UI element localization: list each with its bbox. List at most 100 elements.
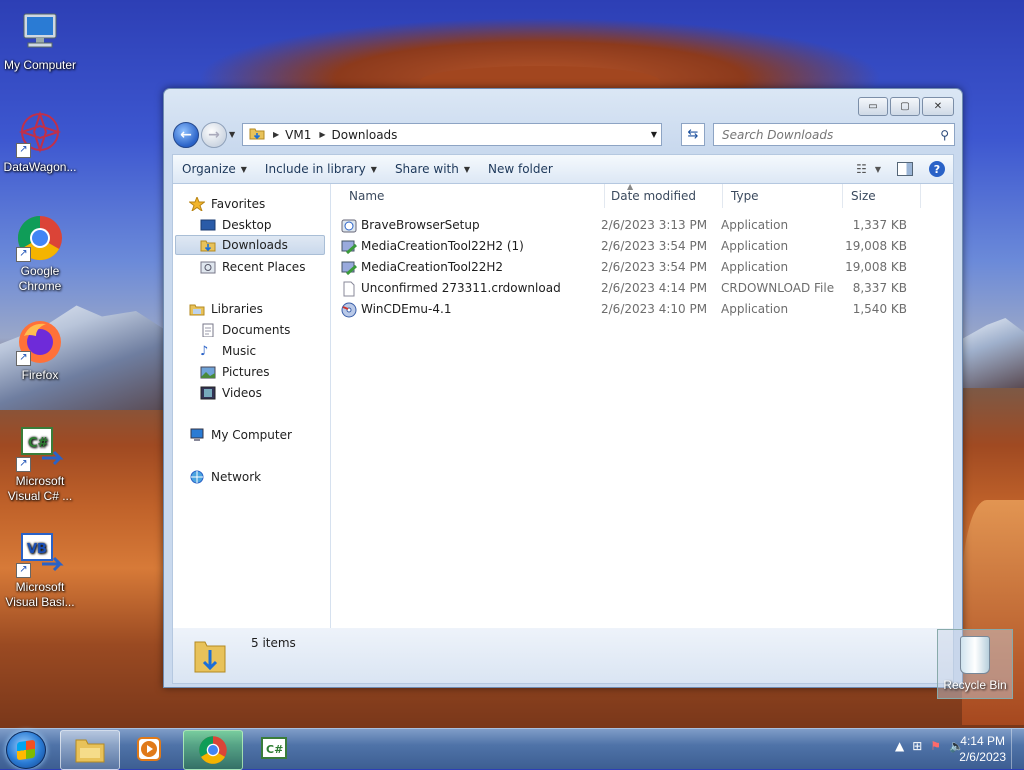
- refresh-button[interactable]: ⇆: [681, 123, 705, 146]
- nav-downloads[interactable]: Downloads: [175, 235, 325, 255]
- arrow-left-icon: ←: [180, 127, 192, 143]
- include-in-library-button[interactable]: Include in library ▼: [256, 162, 386, 176]
- nav-network[interactable]: Network: [189, 467, 261, 487]
- file-row[interactable]: MediaCreationTool22H2 2/6/2023 3:54 PM A…: [341, 257, 941, 278]
- brave-setup-icon: [341, 218, 357, 234]
- clock-time: 4:14 PM: [960, 734, 1005, 748]
- chrome-icon: ↗: [16, 214, 64, 262]
- desktop-icon-firefox[interactable]: ↗ Firefox: [0, 318, 80, 383]
- breadcrumb-downloads[interactable]: Downloads: [332, 128, 398, 142]
- nav-my-computer[interactable]: My Computer: [189, 425, 292, 445]
- computer-icon: [16, 8, 64, 56]
- command-bar: Organize ▼ Include in library ▼ Share with…: [172, 154, 954, 183]
- clock[interactable]: 4:14 PM 2/6/2023: [959, 733, 1006, 765]
- column-header-size[interactable]: Size: [843, 184, 921, 208]
- network-icon[interactable]: ⊞: [912, 739, 922, 753]
- breadcrumb-separator-icon[interactable]: ▶: [273, 130, 279, 139]
- navigation-pane[interactable]: Favorites Desktop Downloads Recent Place…: [173, 184, 331, 628]
- recent-pages-dropdown[interactable]: ▼: [229, 130, 235, 139]
- desktop-icon-recycle-bin[interactable]: Recycle Bin: [937, 629, 1013, 699]
- svg-text:C#: C#: [266, 743, 283, 756]
- maximize-button[interactable]: ▢: [890, 97, 920, 116]
- nav-favorites[interactable]: Favorites: [188, 194, 265, 214]
- pictures-icon: [200, 365, 216, 379]
- explorer-window[interactable]: ▭ ▢ ✕ ← → ▼ ▶ VM1 ▶ Downloads ▼ ⇆ ⚲ Orga…: [163, 88, 963, 688]
- recent-places-icon: [200, 260, 216, 274]
- taskbar-visual-csharp[interactable]: C#: [245, 730, 303, 768]
- file-name: BraveBrowserSetup: [361, 218, 480, 232]
- breadcrumb-vm1[interactable]: VM1: [285, 128, 311, 142]
- forward-button[interactable]: →: [201, 122, 227, 148]
- libraries-icon: [189, 302, 205, 316]
- close-button[interactable]: ✕: [922, 97, 954, 116]
- taskbar-chrome[interactable]: [183, 730, 243, 770]
- minimize-button[interactable]: ▭: [858, 97, 888, 116]
- nav-music[interactable]: ♪ Music: [200, 341, 256, 361]
- file-name: MediaCreationTool22H2 (1): [361, 239, 524, 253]
- address-dropdown-icon[interactable]: ▼: [651, 130, 657, 139]
- chevron-down-icon: ▼: [874, 164, 881, 174]
- file-row[interactable]: WinCDEmu-4.1 2/6/2023 4:10 PM Applicatio…: [341, 299, 941, 320]
- search-icon[interactable]: ⚲: [940, 128, 949, 142]
- column-header-type[interactable]: Type: [723, 184, 843, 208]
- file-date: 2/6/2023 3:54 PM: [601, 260, 708, 274]
- svg-text:C#: C#: [28, 436, 49, 451]
- nav-recent-places[interactable]: Recent Places: [200, 257, 305, 277]
- shortcut-arrow-icon: ↗: [16, 143, 31, 158]
- nav-libraries[interactable]: Libraries: [189, 299, 263, 319]
- column-header-date[interactable]: Date modified: [603, 184, 723, 208]
- desktop-icon-datawagon[interactable]: ↗ DataWagon...: [0, 110, 80, 175]
- column-header-name[interactable]: Name: [341, 184, 605, 208]
- taskbar: C# ▲ ⊞ ⚑ 🔈 4:14 PM 2/6/2023: [0, 728, 1024, 770]
- back-button[interactable]: ←: [173, 122, 199, 148]
- show-desktop-button[interactable]: [1011, 729, 1024, 769]
- start-button[interactable]: [6, 731, 46, 769]
- help-button[interactable]: ?: [929, 161, 945, 177]
- navigation-bar: ← → ▼ ▶ VM1 ▶ Downloads ▼ ⇆ ⚲: [172, 120, 955, 148]
- organize-button[interactable]: Organize ▼: [173, 162, 256, 176]
- shortcut-arrow-icon: ↗: [16, 563, 31, 578]
- blank-file-icon: [341, 281, 357, 297]
- search-box[interactable]: ⚲: [713, 123, 955, 146]
- chrome-icon: [199, 736, 227, 764]
- shortcut-arrow-icon: ↗: [16, 351, 31, 366]
- explorer-body: Favorites Desktop Downloads Recent Place…: [172, 182, 954, 629]
- search-input[interactable]: [720, 126, 934, 143]
- address-bar[interactable]: ▶ VM1 ▶ Downloads ▼: [242, 123, 662, 146]
- desktop-icon-visual-csharp[interactable]: C# ↗ Microsoft Visual C# ...: [0, 424, 80, 504]
- file-size: 19,008 KB: [845, 260, 907, 274]
- help-icon: ?: [933, 162, 941, 176]
- details-pane: 5 items: [172, 628, 954, 684]
- file-type: Application: [721, 239, 789, 253]
- chevron-down-icon: ▼: [240, 164, 247, 174]
- new-folder-button[interactable]: New folder: [479, 162, 562, 176]
- taskbar-media-player[interactable]: [120, 730, 178, 768]
- change-view-button[interactable]: ☷ ▼: [856, 162, 881, 176]
- music-icon: ♪: [200, 344, 209, 359]
- action-center-flag-icon[interactable]: ⚑: [930, 739, 941, 753]
- desktop-icon-my-computer[interactable]: My Computer: [0, 8, 80, 73]
- file-date: 2/6/2023 4:14 PM: [601, 281, 708, 295]
- nav-documents[interactable]: Documents: [200, 320, 290, 340]
- show-hidden-icons-icon[interactable]: ▲: [895, 739, 904, 753]
- share-with-button[interactable]: Share with ▼: [386, 162, 479, 176]
- clock-date: 2/6/2023: [959, 750, 1006, 764]
- file-list-pane[interactable]: Name ▲ Date modified Type Size BraveBrow…: [331, 182, 953, 628]
- file-name: Unconfirmed 273311.crdownload: [361, 281, 561, 295]
- file-row[interactable]: MediaCreationTool22H2 (1) 2/6/2023 3:54 …: [341, 236, 941, 257]
- desktop-icon-visual-basic[interactable]: VB ↗ Microsoft Visual Basi...: [0, 530, 80, 610]
- nav-pictures[interactable]: Pictures: [200, 362, 270, 382]
- nav-videos[interactable]: Videos: [200, 383, 262, 403]
- svg-text:VB: VB: [27, 542, 47, 557]
- file-row[interactable]: Unconfirmed 273311.crdownload 2/6/2023 4…: [341, 278, 941, 299]
- nav-desktop[interactable]: Desktop: [200, 215, 272, 235]
- file-row[interactable]: BraveBrowserSetup 2/6/2023 3:13 PM Appli…: [341, 215, 941, 236]
- taskbar-explorer[interactable]: [60, 730, 120, 770]
- file-date: 2/6/2023 4:10 PM: [601, 302, 708, 316]
- downloads-folder-icon: [193, 634, 227, 674]
- preview-pane-button[interactable]: [897, 162, 913, 176]
- file-size: 19,008 KB: [845, 239, 907, 253]
- refresh-icon: ⇆: [687, 127, 699, 142]
- breadcrumb-separator-icon[interactable]: ▶: [319, 130, 325, 139]
- desktop-icon-chrome[interactable]: ↗ Google Chrome: [0, 214, 80, 294]
